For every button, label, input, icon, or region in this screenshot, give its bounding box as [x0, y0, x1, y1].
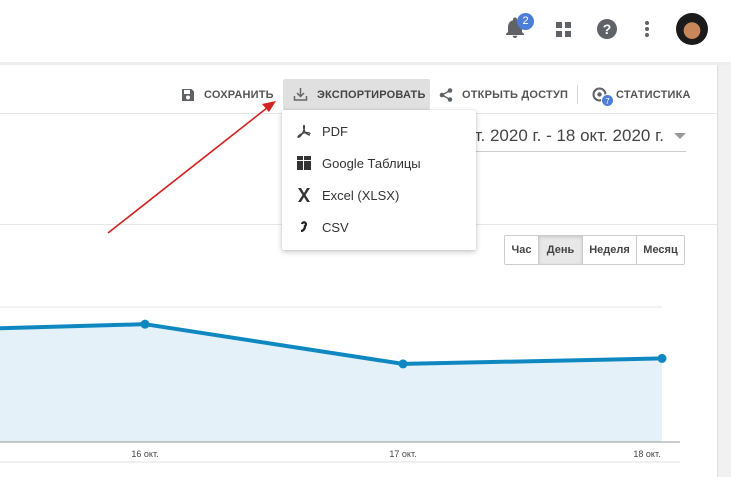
menu-item-excel[interactable]: Excel (XLSX)	[282, 179, 476, 211]
period-hour[interactable]: Час	[505, 236, 539, 264]
export-menu: PDF Google Таблицы Excel (XLSX) CSV	[282, 110, 476, 250]
save-button[interactable]: СОХРАНИТЬ	[180, 79, 274, 110]
period-month[interactable]: Месяц	[637, 236, 684, 264]
svg-text:?: ?	[603, 21, 612, 37]
date-range-selector[interactable]: кт. 2020 г. - 18 окт. 2020 г.	[467, 126, 664, 146]
save-icon	[182, 88, 194, 101]
sheets-icon	[295, 154, 313, 172]
series-area	[0, 324, 662, 442]
notification-badge: 2	[517, 13, 534, 30]
data-point	[140, 319, 150, 329]
menu-item-label: Google Таблицы	[322, 155, 421, 171]
toolbar-divider	[577, 85, 578, 104]
period-day[interactable]: День	[539, 236, 583, 264]
avatar[interactable]	[676, 13, 708, 45]
download-icon	[293, 88, 308, 101]
scrollbar[interactable]	[719, 65, 731, 477]
export-button[interactable]: ЭКСПОРТИРОВАТЬ	[283, 79, 430, 110]
menu-item-label: CSV	[322, 219, 349, 235]
statistics-badge: 7	[601, 94, 614, 107]
statistics-label: СТАТИСТИКА	[616, 88, 691, 101]
menu-item-label: PDF	[322, 123, 348, 139]
menu-item-csv[interactable]: CSV	[282, 211, 476, 243]
chart: 16 окт. 17 окт. 18 окт.	[0, 306, 680, 463]
export-label: ЭКСПОРТИРОВАТЬ	[317, 88, 426, 101]
apps-grid-icon[interactable]	[549, 14, 579, 44]
x-tick-label: 16 окт.	[131, 449, 158, 459]
data-point	[398, 359, 408, 369]
x-tick-label: 18 окт.	[633, 449, 660, 459]
date-range-underline	[470, 151, 686, 152]
data-point	[657, 353, 667, 363]
pdf-icon	[295, 122, 313, 140]
help-icon[interactable]: ?	[592, 14, 622, 44]
menu-item-google-sheets[interactable]: Google Таблицы	[282, 147, 476, 179]
excel-icon	[295, 186, 313, 204]
csv-icon	[295, 218, 313, 236]
app-root: 2 ? СОХРАНИТЬ ЭКСПОРТИРОВАТЬ ОТКРЫТЬ ДОС…	[0, 0, 731, 477]
period-toggle: Час День Неделя Месяц	[504, 235, 685, 265]
chevron-down-icon[interactable]	[674, 133, 686, 139]
menu-item-label: Excel (XLSX)	[322, 187, 400, 203]
share-icon	[439, 87, 453, 102]
share-label: ОТКРЫТЬ ДОСТУП	[462, 88, 569, 101]
save-label: СОХРАНИТЬ	[204, 88, 274, 101]
more-vert-icon[interactable]	[632, 14, 662, 44]
menu-item-pdf[interactable]: PDF	[282, 115, 476, 147]
period-week[interactable]: Неделя	[583, 236, 637, 264]
top-bar: 2 ?	[0, 0, 731, 62]
share-button[interactable]: ОТКРЫТЬ ДОСТУП	[438, 79, 568, 110]
x-tick-label: 17 окт.	[389, 449, 416, 459]
